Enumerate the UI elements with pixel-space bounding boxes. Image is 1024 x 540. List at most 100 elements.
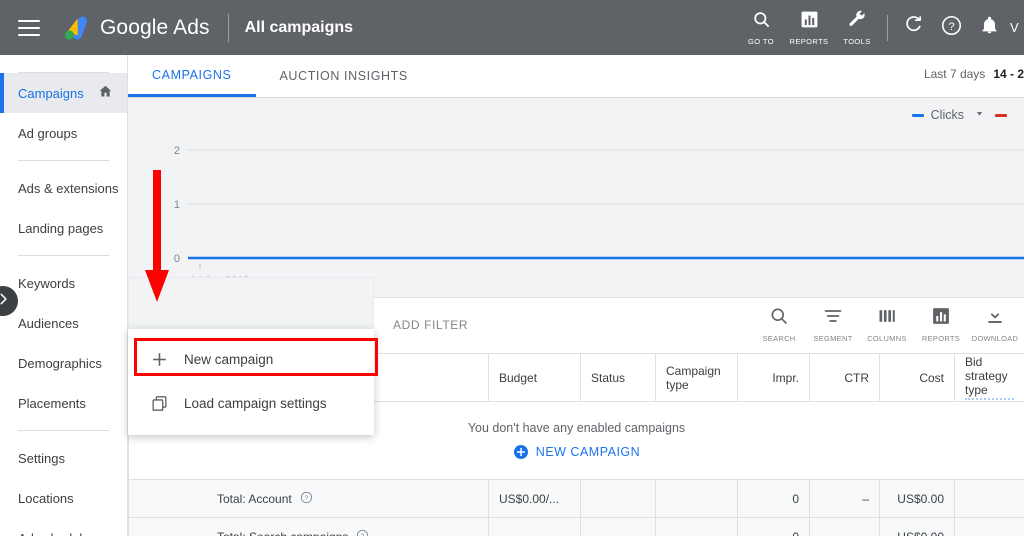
header-reports-button[interactable]: REPORTS [785,10,833,46]
notifications-button[interactable] [970,16,1008,40]
sidebar-item-audiences[interactable]: Audiences [0,303,127,343]
total-account-label: Total: Account [217,492,292,506]
sidebar-item-ad-groups[interactable]: Ad groups [0,113,127,153]
home-icon [98,84,113,102]
tab-campaigns[interactable]: CAMPAIGNS [128,55,256,97]
svg-text:2: 2 [174,145,180,157]
tab-label: AUCTION INSIGHTS [280,69,408,83]
svg-text:?: ? [948,20,954,32]
table-search-button[interactable]: SEARCH [752,306,806,343]
chart-plot: 2 1 0 14 Apr 2019 [128,126,1024,298]
avatar[interactable]: V [1010,20,1024,35]
column-header-status[interactable]: Status [581,354,656,402]
sidebar-item-label: Settings [18,451,65,466]
sidebar-item-demographics[interactable]: Demographics [0,343,127,383]
sidebar-item-ads-extensions[interactable]: Ads & extensions [0,168,127,208]
table-columns-button[interactable]: COLUMNS [860,306,914,343]
sidebar-item-locations[interactable]: Locations [0,478,127,518]
menu-item-label: New campaign [184,352,273,367]
new-campaign-link-label: NEW CAMPAIGN [536,445,640,459]
header-divider [228,14,229,42]
plus-icon [150,350,184,369]
bar-chart-icon [800,10,819,34]
svg-text:0: 0 [174,253,180,265]
table-reports-button[interactable]: REPORTS [914,306,968,343]
google-ads-page: Google Ads All campaigns GO TO [0,0,1024,540]
performance-chart: Clicks 2 1 0 14 Apr 2019 [128,97,1024,297]
sidebar-item-label: Ads & extensions [18,181,118,196]
legend-label: Clicks [931,108,964,122]
left-sidebar: Campaigns Ad groups Ads & extensions Lan… [0,55,128,540]
refresh-icon [903,15,923,40]
header-tools-label: TOOLS [843,37,870,46]
sidebar-item-label: Audiences [18,316,79,331]
column-header-ctr[interactable]: CTR [810,354,880,402]
sidebar-divider [18,255,109,256]
total-account-status [581,480,656,518]
header-reports-label: REPORTS [790,37,829,46]
legend-swatch-blue [912,114,924,117]
column-header-campaign-type[interactable]: Campaign type [656,354,738,402]
refresh-button[interactable] [894,15,932,40]
sidebar-item-label: Placements [18,396,86,411]
help-button[interactable]: ? [932,15,970,41]
total-account-ctr: – [810,480,880,518]
sidebar-item-label: Locations [18,491,74,506]
download-icon [985,306,1005,331]
dropdown-menu: New campaign Load campaign settings [128,329,374,435]
help-icon: ? [941,15,962,41]
columns-icon [877,306,897,331]
column-header-budget[interactable]: Budget [489,354,581,402]
header-goto-button[interactable]: GO TO [737,10,785,46]
add-filter-button[interactable]: ADD FILTER [393,318,468,332]
sidebar-item-label: Campaigns [18,86,84,101]
chevron-down-icon[interactable] [974,106,985,124]
dropdown-top-panel [128,277,374,329]
bottom-edge [0,536,1024,540]
menu-item-load-campaign-settings[interactable]: Load campaign settings [128,381,374,425]
table-download-button[interactable]: DOWNLOAD [968,306,1022,343]
total-account-label-cell: Total: Account ? [129,480,489,518]
search-icon [752,10,771,34]
header-tools: GO TO REPORTS [737,0,1024,55]
date-range-selector[interactable]: Last 7 days 14 - 2 [924,67,1024,81]
tab-auction-insights[interactable]: AUCTION INSIGHTS [256,55,432,97]
google-ads-logo [60,13,90,43]
tab-bar: CAMPAIGNS AUCTION INSIGHTS Last 7 days 1… [128,55,1024,97]
page-title: All campaigns [245,19,353,37]
hamburger-icon[interactable] [18,20,40,36]
sidebar-item-keywords[interactable]: Keywords [0,263,127,303]
bell-icon [980,16,999,40]
sidebar-item-landing-pages[interactable]: Landing pages [0,208,127,248]
table-reports-label: REPORTS [922,334,960,343]
column-header-bid-strategy-type[interactable]: Bid strategy type [955,354,1024,402]
copy-icon [150,394,184,413]
menu-item-new-campaign[interactable]: New campaign [128,337,374,381]
sidebar-item-placements[interactable]: Placements [0,383,127,423]
brand-name: Google Ads [100,16,210,40]
svg-text:1: 1 [174,199,180,211]
sidebar-item-settings[interactable]: Settings [0,438,127,478]
segment-icon [823,306,843,331]
table-download-label: DOWNLOAD [972,334,1019,343]
column-header-impr[interactable]: Impr. [738,354,810,402]
search-icon [769,306,789,331]
legend-item-clicks[interactable]: Clicks [912,106,985,124]
plus-circle-icon [513,444,529,460]
sidebar-item-campaigns[interactable]: Campaigns [0,73,127,113]
table-search-label: SEARCH [762,334,795,343]
total-account-impr: 0 [738,480,810,518]
legend-item-secondary[interactable] [995,114,1014,117]
table-columns-label: COLUMNS [867,334,907,343]
column-header-bid-strategy-label: Bid strategy type [965,355,1014,400]
column-header-cost[interactable]: Cost [880,354,955,402]
new-campaign-link[interactable]: NEW CAMPAIGN [129,444,1024,460]
sidebar-divider [18,430,109,431]
bar-chart-icon [931,306,951,331]
header-tools-button[interactable]: TOOLS [833,10,881,46]
date-range-label: Last 7 days [924,67,985,81]
table-tools: SEARCH SEGMENT [752,306,1022,343]
table-segment-button[interactable]: SEGMENT [806,306,860,343]
header-goto-label: GO TO [748,37,774,46]
help-circle-icon[interactable]: ? [300,491,313,507]
